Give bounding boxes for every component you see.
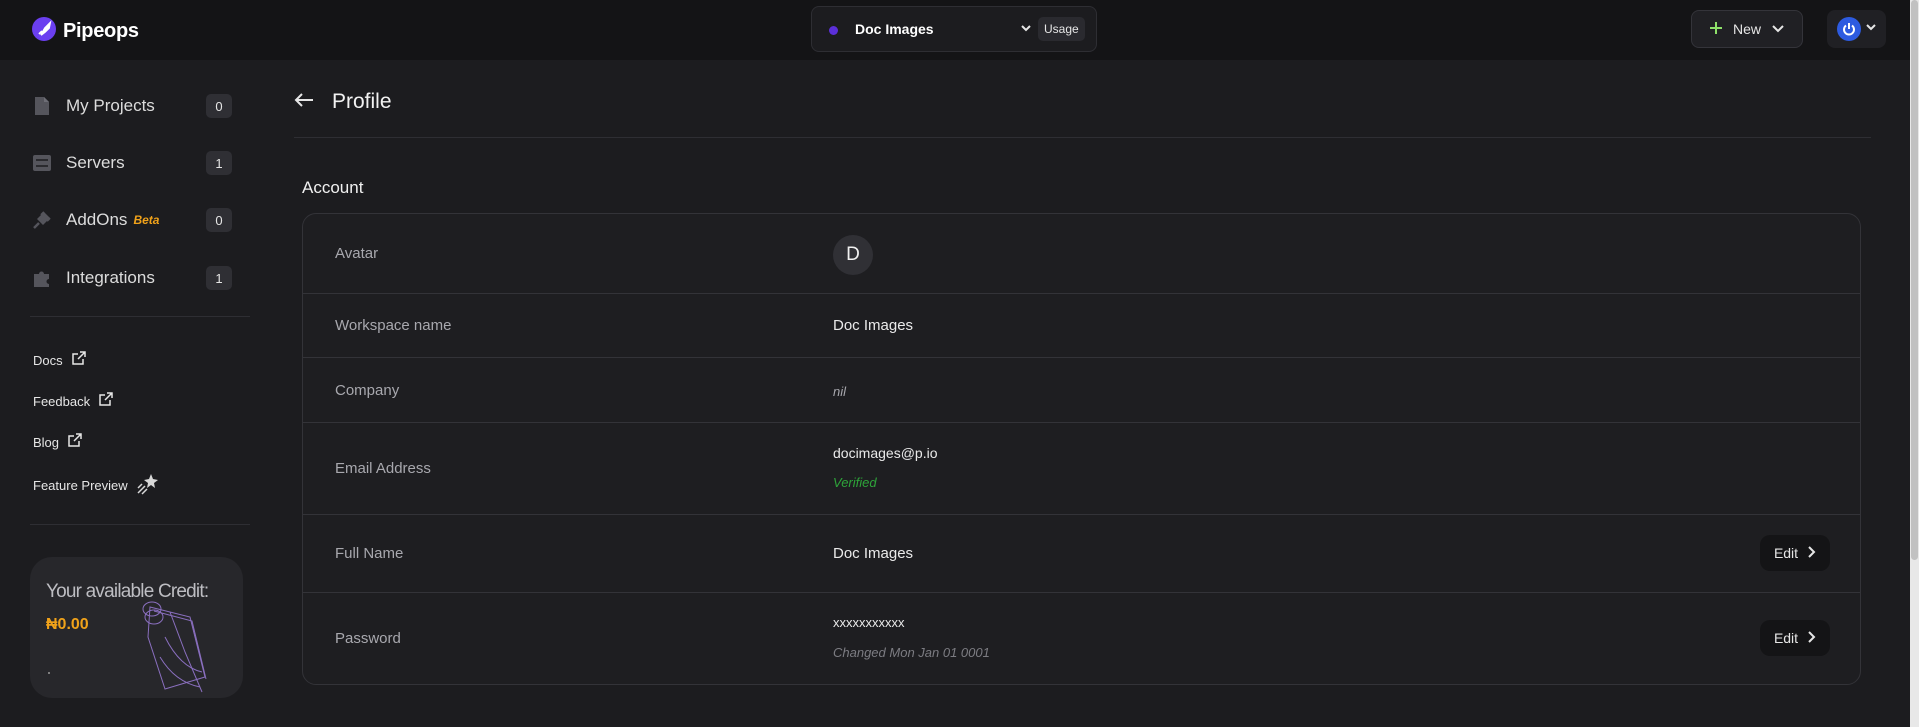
usage-button[interactable]: Usage [1038,17,1085,41]
plus-icon [1709,21,1723,38]
workspace-dot [829,26,838,35]
row-label: Password [335,630,401,647]
verified-status: Verified [833,475,877,490]
row-label: Workspace name [335,317,452,334]
company-value: nil [833,384,847,399]
full-name-row: Full Name Doc Images Edit [303,515,1860,593]
feedback-link[interactable]: Feedback [33,392,113,410]
account-card: Avatar D Workspace name Doc Images Compa… [302,213,1861,685]
edit-label: Edit [1773,630,1799,646]
company-row: Company nil [303,358,1860,423]
workspace-name: Doc Images [855,21,934,37]
avatar[interactable]: D [833,235,873,275]
external-link-icon [67,433,82,451]
page-title: Profile [332,90,392,113]
new-button-label: New [1732,21,1761,37]
row-label: Avatar [335,245,379,262]
divider [30,316,250,317]
email-row: Email Address docimages@p.io Verified [303,423,1860,515]
divider [294,137,1871,138]
blog-link[interactable]: Blog [33,433,82,451]
beta-badge: Beta [133,213,160,227]
sidebar-item-label: My Projects [66,96,155,115]
full-name-value: Doc Images [833,545,914,562]
email-value: docimages@p.io [833,445,938,461]
count-badge: 0 [206,94,232,118]
rocket-logo-icon [31,16,57,47]
feature-preview-link[interactable]: Feature Preview [33,472,160,499]
edit-label: Edit [1773,545,1799,561]
workspace-name-value: Doc Images [833,317,914,334]
edit-password-button[interactable]: Edit [1760,620,1830,656]
divider [30,524,250,525]
link-label: Feedback [33,393,91,409]
sidebar-item-label: AddOns [66,210,128,229]
page-header: Profile [294,90,392,114]
sidebar-item-label: Integrations [66,268,155,287]
user-menu-button[interactable] [1827,10,1886,48]
workspace-name-row: Workspace name Doc Images [303,294,1860,358]
count-badge: 1 [206,266,232,290]
puzzle-icon [32,268,52,288]
row-label: Email Address [335,460,431,477]
plug-icon [32,210,52,230]
link-label: Blog [33,434,60,450]
decorative-dot [48,672,50,674]
chevron-down-icon [1865,20,1877,38]
external-link-icon [71,351,86,369]
row-label: Company [335,382,400,399]
edit-full-name-button[interactable]: Edit [1760,535,1830,571]
scrollbar-thumb[interactable] [1911,0,1918,560]
sidebar-item-addons[interactable]: AddOns Beta 0 [32,205,232,235]
count-badge: 1 [206,151,232,175]
chevron-right-icon [1806,545,1816,561]
app-logo[interactable]: Pipeops [31,16,139,47]
docs-link[interactable]: Docs [33,351,86,369]
credit-card: Your available Credit: ₦0.00 [30,557,243,698]
link-label: Docs [33,352,63,368]
chevron-right-icon [1806,630,1816,646]
external-link-icon [98,392,113,410]
chevron-down-icon[interactable] [1019,21,1033,40]
sparkle-star-icon [136,472,160,499]
password-row: Password xxxxxxxxxxx Changed Mon Jan 01 … [303,593,1860,684]
credit-amount: ₦0.00 [46,616,89,633]
link-label: Feature Preview [33,478,128,493]
sidebar-item-integrations[interactable]: Integrations 1 [32,263,232,293]
sidebar-item-my-projects[interactable]: My Projects 0 [32,91,232,121]
sidebar-item-label: Servers [66,153,125,172]
wallet-illustration-icon [130,597,240,698]
file-icon [32,96,52,116]
avatar-row: Avatar D [303,214,1860,294]
row-label: Full Name [335,545,404,562]
server-icon [32,153,52,173]
sidebar-item-servers[interactable]: Servers 1 [32,148,232,178]
back-arrow-icon[interactable] [294,92,314,113]
workspace-switcher[interactable]: Doc Images Usage [811,6,1097,52]
sidebar: My Projects 0 Servers 1 AddOns Beta 0 In… [0,60,260,727]
chevron-down-icon [1771,21,1785,38]
password-value: xxxxxxxxxxx [833,615,905,630]
count-badge: 0 [206,208,232,232]
password-changed-date: Changed Mon Jan 01 0001 [833,645,990,660]
top-bar: Pipeops Doc Images Usage New [0,0,1910,60]
app-name: Pipeops [63,20,139,42]
new-button[interactable]: New [1691,10,1803,48]
user-avatar-power-icon [1836,17,1861,41]
section-title: Account [302,178,364,197]
